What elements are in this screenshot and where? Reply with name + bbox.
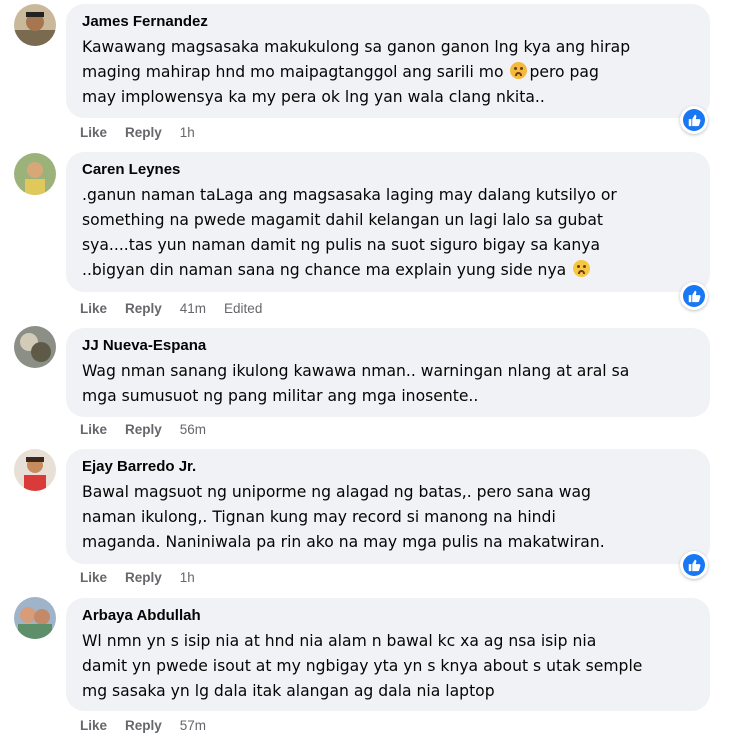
comment-line: damit yn pwede isout at my ngbigay yta y… (82, 657, 643, 675)
comment-actions: Like Reply 41m Edited (80, 301, 262, 317)
comment-bubble: Caren Leynes .ganun naman taLaga ang mag… (66, 152, 710, 292)
avatar[interactable] (14, 4, 56, 46)
comment-line-text: ..bigyan din naman sana ng chance ma exp… (82, 261, 567, 279)
comment-actions: Like Reply 57m (80, 718, 206, 734)
comment-text: Wl nmn yn s isip nia at hnd nia alam n b… (82, 629, 696, 704)
comment-line: may implowensya ka my pera ok lng yan wa… (82, 88, 545, 106)
comment-timestamp[interactable]: 41m (180, 301, 206, 317)
like-button[interactable]: Like (80, 718, 107, 734)
comment-line: maging mahirap hnd mo maipagtanggol ang … (82, 60, 696, 85)
avatar[interactable] (14, 153, 56, 195)
comment-actions: Like Reply 56m (80, 422, 206, 438)
comment-line: something na pwede magamit dahil kelanga… (82, 211, 603, 229)
comment-line: ..bigyan din naman sana ng chance ma exp… (82, 258, 696, 283)
like-icon (683, 285, 705, 307)
comment-timestamp[interactable]: 1h (180, 570, 195, 586)
like-icon (683, 554, 705, 576)
like-button[interactable]: Like (80, 301, 107, 317)
avatar[interactable] (14, 449, 56, 491)
commenter-name[interactable]: Arbaya Abdullah (82, 606, 696, 626)
comment-bubble: Arbaya Abdullah Wl nmn yn s isip nia at … (66, 598, 710, 711)
comment-actions: Like Reply 1h (80, 570, 195, 586)
reply-button[interactable]: Reply (125, 301, 162, 317)
comment-line: sya....tas yun naman damit ng pulis na s… (82, 236, 601, 254)
commenter-name[interactable]: James Fernandez (82, 12, 696, 32)
comment-line: Kawawang magsasaka makukulong sa ganon g… (82, 38, 631, 56)
comment-text: Kawawang magsasaka makukulong sa ganon g… (82, 35, 696, 110)
comment-line: .ganun naman taLaga ang magsasaka laging… (82, 186, 617, 204)
comment-line-suffix: pero pag (529, 63, 599, 81)
avatar[interactable] (14, 597, 56, 639)
comment-text: .ganun naman taLaga ang magsasaka laging… (82, 183, 696, 283)
commenter-name[interactable]: Caren Leynes (82, 160, 696, 180)
crying-face-icon (510, 62, 528, 79)
reaction-badge[interactable] (680, 551, 708, 579)
comment-line-text: maging mahirap hnd mo maipagtanggol ang … (82, 63, 504, 81)
comment-timestamp[interactable]: 56m (180, 422, 206, 438)
comment-bubble: JJ Nueva-Espana Wag nman sanang ikulong … (66, 328, 710, 417)
reply-button[interactable]: Reply (125, 125, 162, 141)
reaction-badge[interactable] (680, 106, 708, 134)
comment-bubble: Ejay Barredo Jr. Bawal magsuot ng unipor… (66, 449, 710, 564)
comment-line: mga sumusuot ng pang militar ang mga ino… (82, 387, 479, 405)
reply-button[interactable]: Reply (125, 422, 162, 438)
comment-line: maganda. Naniniwala pa rin ako na may mg… (82, 533, 605, 551)
like-button[interactable]: Like (80, 422, 107, 438)
comment-text: Bawal magsuot ng uniporme ng alagad ng b… (82, 480, 696, 555)
commenter-name[interactable]: JJ Nueva-Espana (82, 336, 696, 356)
comment-line: mg sasaka yn lg dala itak alangan ag dal… (82, 682, 495, 700)
comment-actions: Like Reply 1h (80, 125, 195, 141)
comment-timestamp[interactable]: 1h (180, 125, 195, 141)
like-button[interactable]: Like (80, 570, 107, 586)
reply-button[interactable]: Reply (125, 570, 162, 586)
reply-button[interactable]: Reply (125, 718, 162, 734)
avatar[interactable] (14, 326, 56, 368)
comment-line: Bawal magsuot ng uniporme ng alagad ng b… (82, 483, 591, 501)
comment-timestamp[interactable]: 57m (180, 718, 206, 734)
edited-label[interactable]: Edited (224, 301, 262, 317)
comment-bubble: James Fernandez Kawawang magsasaka makuk… (66, 4, 710, 118)
commenter-name[interactable]: Ejay Barredo Jr. (82, 457, 696, 477)
comment-line: Wag nman sanang ikulong kawawa nman.. wa… (82, 362, 630, 380)
like-icon (683, 109, 705, 131)
reaction-badge[interactable] (680, 282, 708, 310)
comment-text: Wag nman sanang ikulong kawawa nman.. wa… (82, 359, 696, 409)
comment-line: Wl nmn yn s isip nia at hnd nia alam n b… (82, 632, 597, 650)
comment-line: naman ikulong,. Tignan kung may record s… (82, 508, 556, 526)
like-button[interactable]: Like (80, 125, 107, 141)
sad-face-icon (573, 260, 591, 277)
